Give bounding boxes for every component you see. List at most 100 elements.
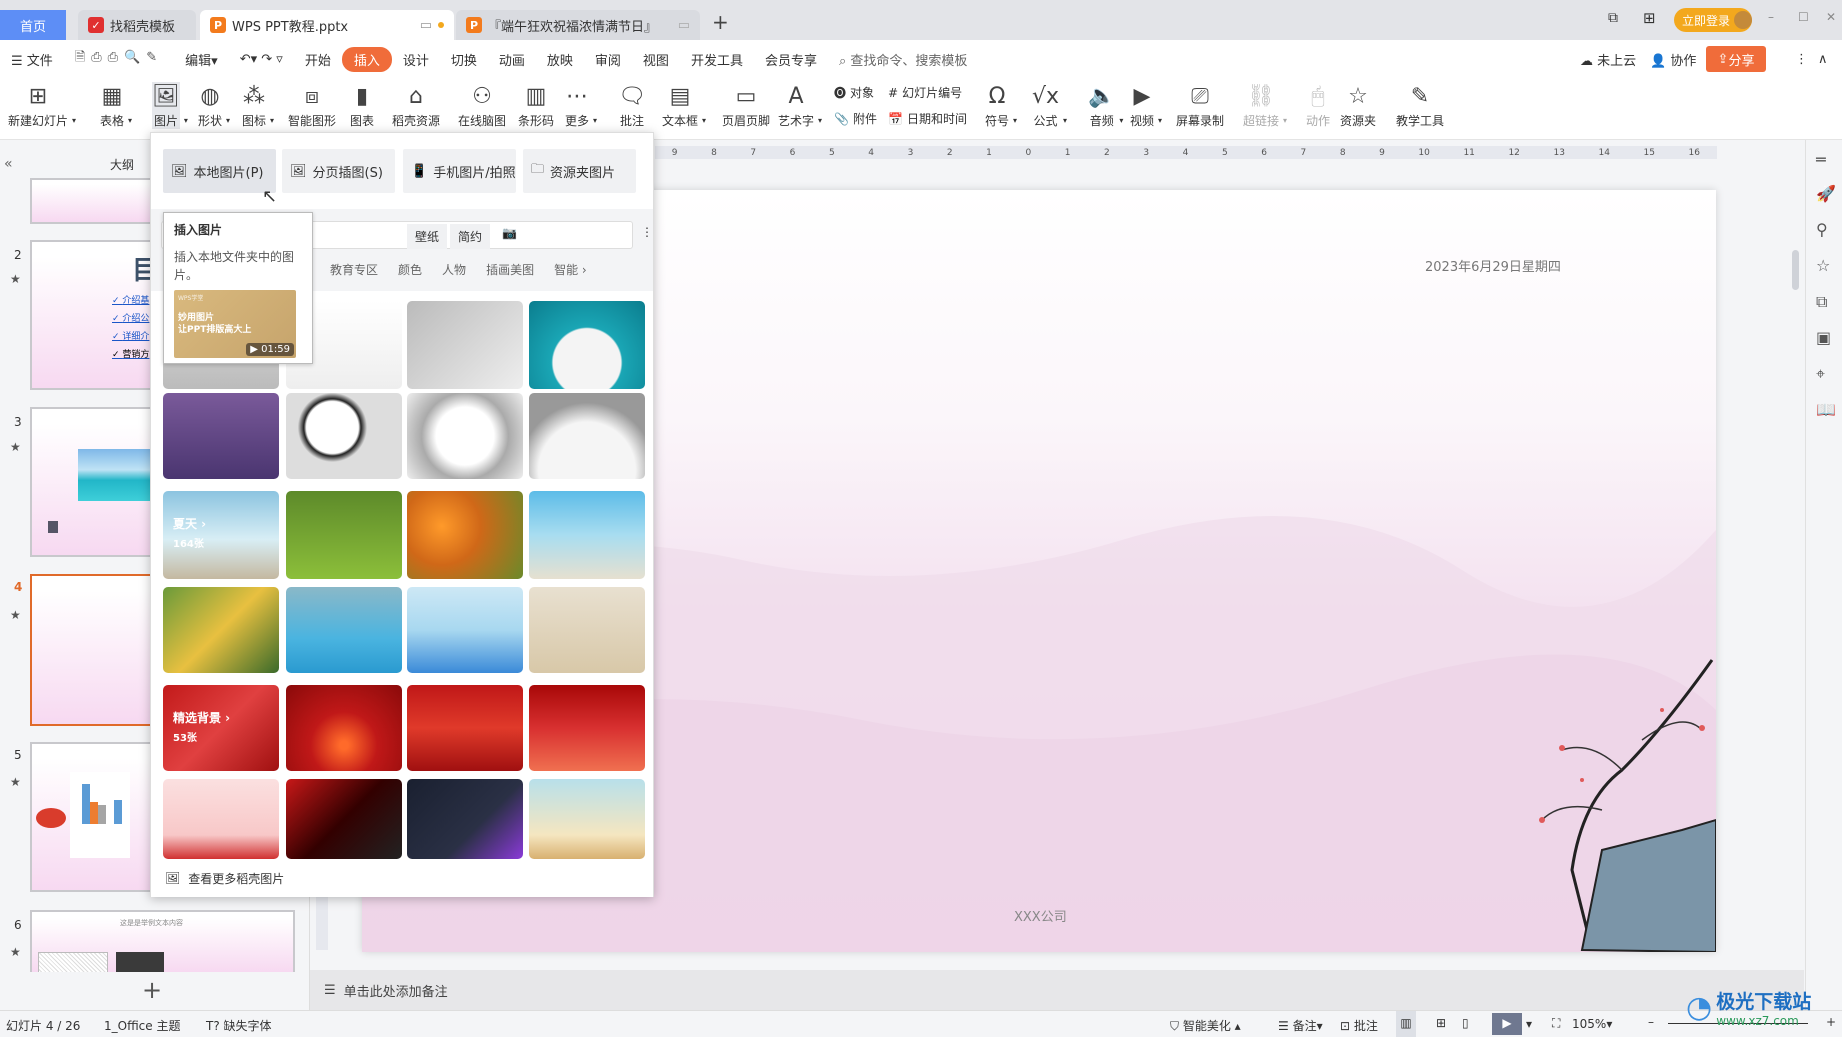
ribbon-video-button[interactable]: ▶ 视频 ▾ xyxy=(1130,82,1162,129)
ribbon-formula-button[interactable]: √x 公式 ▾ xyxy=(1032,82,1067,129)
apps-grid-icon[interactable]: ⊞ xyxy=(1643,9,1656,27)
collapse-panel-icon[interactable]: « xyxy=(4,156,13,172)
picture-tile[interactable] xyxy=(163,779,279,859)
star-outline-icon[interactable]: ☆ xyxy=(1816,256,1830,275)
camera-icon[interactable]: 📷 xyxy=(502,226,517,240)
ribbon-mindmap-button[interactable]: ⚇ 在线脑图 xyxy=(458,82,506,129)
login-button[interactable]: 立即登录 xyxy=(1674,8,1752,32)
more-pictures-link[interactable]: 🖼 查看更多稻壳图片 xyxy=(151,859,653,897)
tab-home[interactable]: 首页 xyxy=(0,10,66,40)
category-color[interactable]: 颜色 xyxy=(398,261,422,278)
ribbon-barcode-button[interactable]: ▥ 条形码 xyxy=(518,82,554,129)
ribbon-hyperlink-button[interactable]: ⛓ 超链接 ▾ xyxy=(1243,82,1287,129)
outline-tab[interactable]: 大纲 xyxy=(110,156,134,173)
menu-lines-icon[interactable]: ═ xyxy=(1816,150,1826,169)
picture-tile[interactable] xyxy=(286,779,402,859)
tab-dragon-boat[interactable]: P 『端午狂欢祝福浓情满节日』 ▭ xyxy=(456,10,700,40)
menu-developer[interactable]: 开发工具 xyxy=(680,50,754,69)
file-menu[interactable]: ☰ 文件 xyxy=(0,50,64,69)
zoom-out-button[interactable]: – xyxy=(1648,1015,1654,1029)
ribbon-wordart-button[interactable]: A 艺术字 ▾ xyxy=(778,82,822,129)
paged-illustration-button[interactable]: 🖼 分页插图(S) xyxy=(282,149,395,193)
location-icon[interactable]: ⌖ xyxy=(1816,364,1825,384)
missing-font-button[interactable]: T? 缺失字体 xyxy=(206,1017,272,1034)
category-people[interactable]: 人物 xyxy=(442,261,466,278)
picture-tile[interactable] xyxy=(407,301,523,389)
picture-tile[interactable] xyxy=(407,491,523,579)
normal-view-icon[interactable]: ▥ xyxy=(1396,1011,1416,1037)
picture-tile[interactable] xyxy=(407,685,523,771)
add-slide-button[interactable]: + xyxy=(142,976,162,1004)
local-picture-button[interactable]: 🖼 本地图片(P) xyxy=(163,149,276,193)
picture-collection-tile[interactable]: 精选背景 › 53张 xyxy=(163,685,279,771)
notes-bar[interactable]: ☰ 单击此处添加备注 xyxy=(310,970,1804,1010)
menu-member[interactable]: 会员专享 xyxy=(754,50,828,69)
category-illustration[interactable]: 插画美图 xyxy=(486,261,534,278)
comment-toggle[interactable]: ⊡ 批注 xyxy=(1340,1017,1378,1034)
picture-tile[interactable] xyxy=(286,491,402,579)
slideshow-dropdown[interactable]: ▾ xyxy=(1526,1017,1532,1031)
slide-number-button[interactable]: # 幻灯片编号 xyxy=(888,84,962,101)
picture-tile[interactable] xyxy=(407,779,523,859)
close-button[interactable]: ✕ xyxy=(1826,10,1836,24)
picture-tile[interactable] xyxy=(529,779,645,859)
ribbon-resource-folder-button[interactable]: ☆ 资源夹 xyxy=(1340,82,1376,129)
ribbon-textbox-button[interactable]: ▤ 文本框 ▾ xyxy=(662,82,706,129)
tutorial-video-thumbnail[interactable]: WPS学堂 妙用图片 让PPT排版高大上 ▶ 01:59 xyxy=(174,290,296,358)
picture-collection-tile[interactable]: 夏天 › 164张 xyxy=(163,491,279,579)
attachment-button[interactable]: 📎 附件 xyxy=(834,110,877,127)
object-button[interactable]: 🅞 对象 xyxy=(834,84,874,101)
smart-beautify-button[interactable]: ⛉ 智能美化 ▴ xyxy=(1170,1017,1241,1034)
menu-review[interactable]: 审阅 xyxy=(584,50,632,69)
new-tab-button[interactable]: + xyxy=(712,10,729,34)
ribbon-more-button[interactable]: ⋯ 更多 ▾ xyxy=(565,82,597,129)
ribbon-teaching-tools-button[interactable]: ✎ 教学工具 xyxy=(1396,82,1444,129)
phone-picture-button[interactable]: 📱 手机图片/拍照 xyxy=(403,149,516,193)
menu-insert[interactable]: 插入 xyxy=(341,46,392,72)
menu-design[interactable]: 设计 xyxy=(392,50,440,69)
menu-start[interactable]: 开始 xyxy=(294,50,342,69)
ribbon-comment-button[interactable]: 🗨 批注 xyxy=(618,82,646,129)
zoom-level[interactable]: 105%▾ xyxy=(1572,1017,1612,1031)
copy-icon[interactable]: ⧉ xyxy=(1816,292,1827,312)
ribbon-chart-button[interactable]: ▮ 图表 xyxy=(350,82,374,129)
more-icon[interactable]: ⋮ xyxy=(1795,52,1808,67)
ribbon-smartart-button[interactable]: ⧈ 智能图形 xyxy=(288,82,336,129)
ribbon-picture-button[interactable]: 🖼 图片 ▾ xyxy=(152,82,188,129)
chip-wallpaper[interactable]: 壁纸 xyxy=(407,224,448,249)
layout-icon[interactable]: ⧉ xyxy=(1608,10,1618,26)
edit-menu[interactable]: 编辑▾ xyxy=(174,50,229,69)
ribbon-symbol-button[interactable]: Ω 符号 ▾ xyxy=(985,82,1017,129)
ribbon-new-slide-button[interactable]: ⊞ 新建幻灯片 ▾ xyxy=(8,82,76,129)
slide-company[interactable]: XXX公司 xyxy=(1014,906,1067,925)
rocket-icon[interactable]: 🚀 xyxy=(1816,184,1836,203)
vertical-scrollbar[interactable] xyxy=(1792,150,1800,950)
picture-tile[interactable] xyxy=(529,393,645,479)
maximize-button[interactable]: ☐ xyxy=(1798,10,1809,24)
picture-tile[interactable] xyxy=(529,491,645,579)
slide-thumb-6[interactable]: 这是是举例文本内容 xyxy=(30,910,295,972)
picture-tile[interactable] xyxy=(163,393,279,479)
settings-sliders-icon[interactable]: ⚲ xyxy=(1816,220,1828,239)
category-education[interactable]: 教育专区 xyxy=(330,261,378,278)
ribbon-audio-button[interactable]: 🔈 音频 ▾ xyxy=(1088,82,1123,129)
category-smart[interactable]: 智能 › xyxy=(554,261,587,278)
command-search[interactable]: ⌕ 查找命令、搜索模板 xyxy=(828,50,978,69)
datetime-button[interactable]: 📅 日期和时间 xyxy=(888,110,967,127)
ribbon-screen-record-button[interactable]: ⎚ 屏幕录制 xyxy=(1176,82,1224,129)
collapse-ribbon-icon[interactable]: ∧ xyxy=(1818,52,1828,67)
menu-animation[interactable]: 动画 xyxy=(488,50,536,69)
more-options-icon[interactable]: ⋮ xyxy=(641,225,653,239)
resource-folder-picture-button[interactable]: 🗀 资源夹图片 xyxy=(523,149,636,193)
ribbon-icons-button[interactable]: ⁂ 图标 ▾ xyxy=(242,82,274,129)
menu-slideshow[interactable]: 放映 xyxy=(536,50,584,69)
fit-window-icon[interactable]: ⛶ xyxy=(1552,1016,1560,1031)
play-slideshow-button[interactable]: ▶ xyxy=(1492,1013,1522,1035)
slide-sorter-icon[interactable]: ⊞ xyxy=(1436,1016,1446,1030)
minimize-button[interactable]: – xyxy=(1768,10,1774,24)
notes-toggle[interactable]: ☰ 备注▾ xyxy=(1278,1017,1323,1034)
menu-view[interactable]: 视图 xyxy=(632,50,680,69)
picture-tile[interactable] xyxy=(407,393,523,479)
picture-tile[interactable] xyxy=(286,685,402,771)
ribbon-table-button[interactable]: ▦ 表格 ▾ xyxy=(100,82,132,129)
